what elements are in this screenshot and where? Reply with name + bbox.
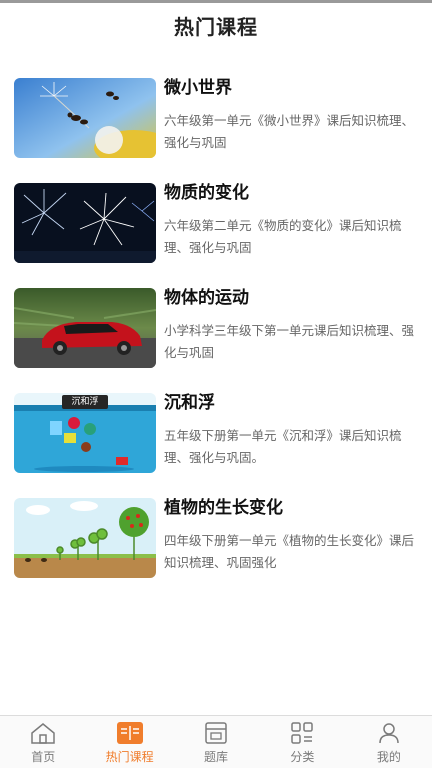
course-thumbnail: 沉和浮: [14, 393, 156, 473]
course-thumbnail: [14, 498, 156, 578]
course-card-object-motion[interactable]: 物体的运动 小学科学三年级下第一单元课后知识梳理、强化与巩固: [0, 286, 432, 391]
thumbnail-caption: 沉和浮: [71, 397, 99, 407]
course-list: 微小世界 六年级第一单元《微小世界》课后知识梳理、强化与巩固 物质的变化 六年级…: [0, 76, 432, 601]
tab-label: 题库: [204, 750, 229, 764]
tab-label: 分类: [290, 750, 315, 764]
tab-profile[interactable]: 我的: [346, 716, 432, 768]
home-icon: [29, 721, 57, 745]
course-thumbnail: [14, 183, 156, 263]
course-title: 物质的变化: [164, 183, 249, 203]
tab-label: 热门课程: [105, 750, 154, 764]
course-description: 小学科学三年级下第一单元课后知识梳理、强化与巩固: [164, 323, 415, 360]
course-description: 四年级下册第一单元《植物的生长变化》课后知识梳理、巩固强化: [164, 533, 415, 570]
user-icon: [375, 721, 403, 745]
red-car-image: [14, 288, 156, 368]
course-description: 六年级第一单元《微小世界》课后知识梳理、强化与巩固: [164, 113, 415, 150]
ant-dandelion-image: [14, 78, 156, 158]
course-thumbnail: [14, 288, 156, 368]
tab-category[interactable]: 分类: [259, 716, 345, 768]
course-title: 沉和浮: [164, 393, 215, 413]
tab-question-bank[interactable]: 题库: [173, 716, 259, 768]
question-bank-icon: [202, 721, 230, 745]
course-description: 六年级第二单元《物质的变化》课后知识梳理、强化与巩固: [164, 218, 402, 255]
course-card-micro-world[interactable]: 微小世界 六年级第一单元《微小世界》课后知识梳理、强化与巩固: [0, 76, 432, 181]
course-description: 五年级下册第一单元《沉和浮》课后知识梳理、强化与巩固。: [164, 428, 402, 465]
course-card-sink-float[interactable]: 沉和浮 沉和浮 五年级下册第一单元《沉和浮》课后知识梳理、强化与巩固。: [0, 391, 432, 496]
page-header: 热门课程: [0, 3, 432, 47]
bottom-tab-bar: 首页 热门课程 题库 分类 我的: [0, 715, 432, 768]
page-title: 热门课程: [174, 14, 258, 39]
course-title: 微小世界: [164, 78, 232, 98]
book-icon: [116, 721, 144, 745]
category-grid-icon: [288, 721, 316, 745]
plant-growth-image: [14, 498, 156, 578]
tab-label: 首页: [31, 750, 56, 764]
tab-label: 我的: [376, 750, 401, 764]
tab-hot-courses[interactable]: 热门课程: [86, 716, 172, 768]
course-thumbnail: [14, 78, 156, 158]
course-card-plant-growth[interactable]: 植物的生长变化 四年级下册第一单元《植物的生长变化》课后知识梳理、巩固强化: [0, 496, 432, 601]
tab-home[interactable]: 首页: [0, 716, 86, 768]
fireworks-image: [14, 183, 156, 263]
course-title: 植物的生长变化: [164, 498, 283, 518]
course-card-matter-change[interactable]: 物质的变化 六年级第二单元《物质的变化》课后知识梳理、强化与巩固: [0, 181, 432, 286]
course-title: 物体的运动: [164, 288, 249, 308]
